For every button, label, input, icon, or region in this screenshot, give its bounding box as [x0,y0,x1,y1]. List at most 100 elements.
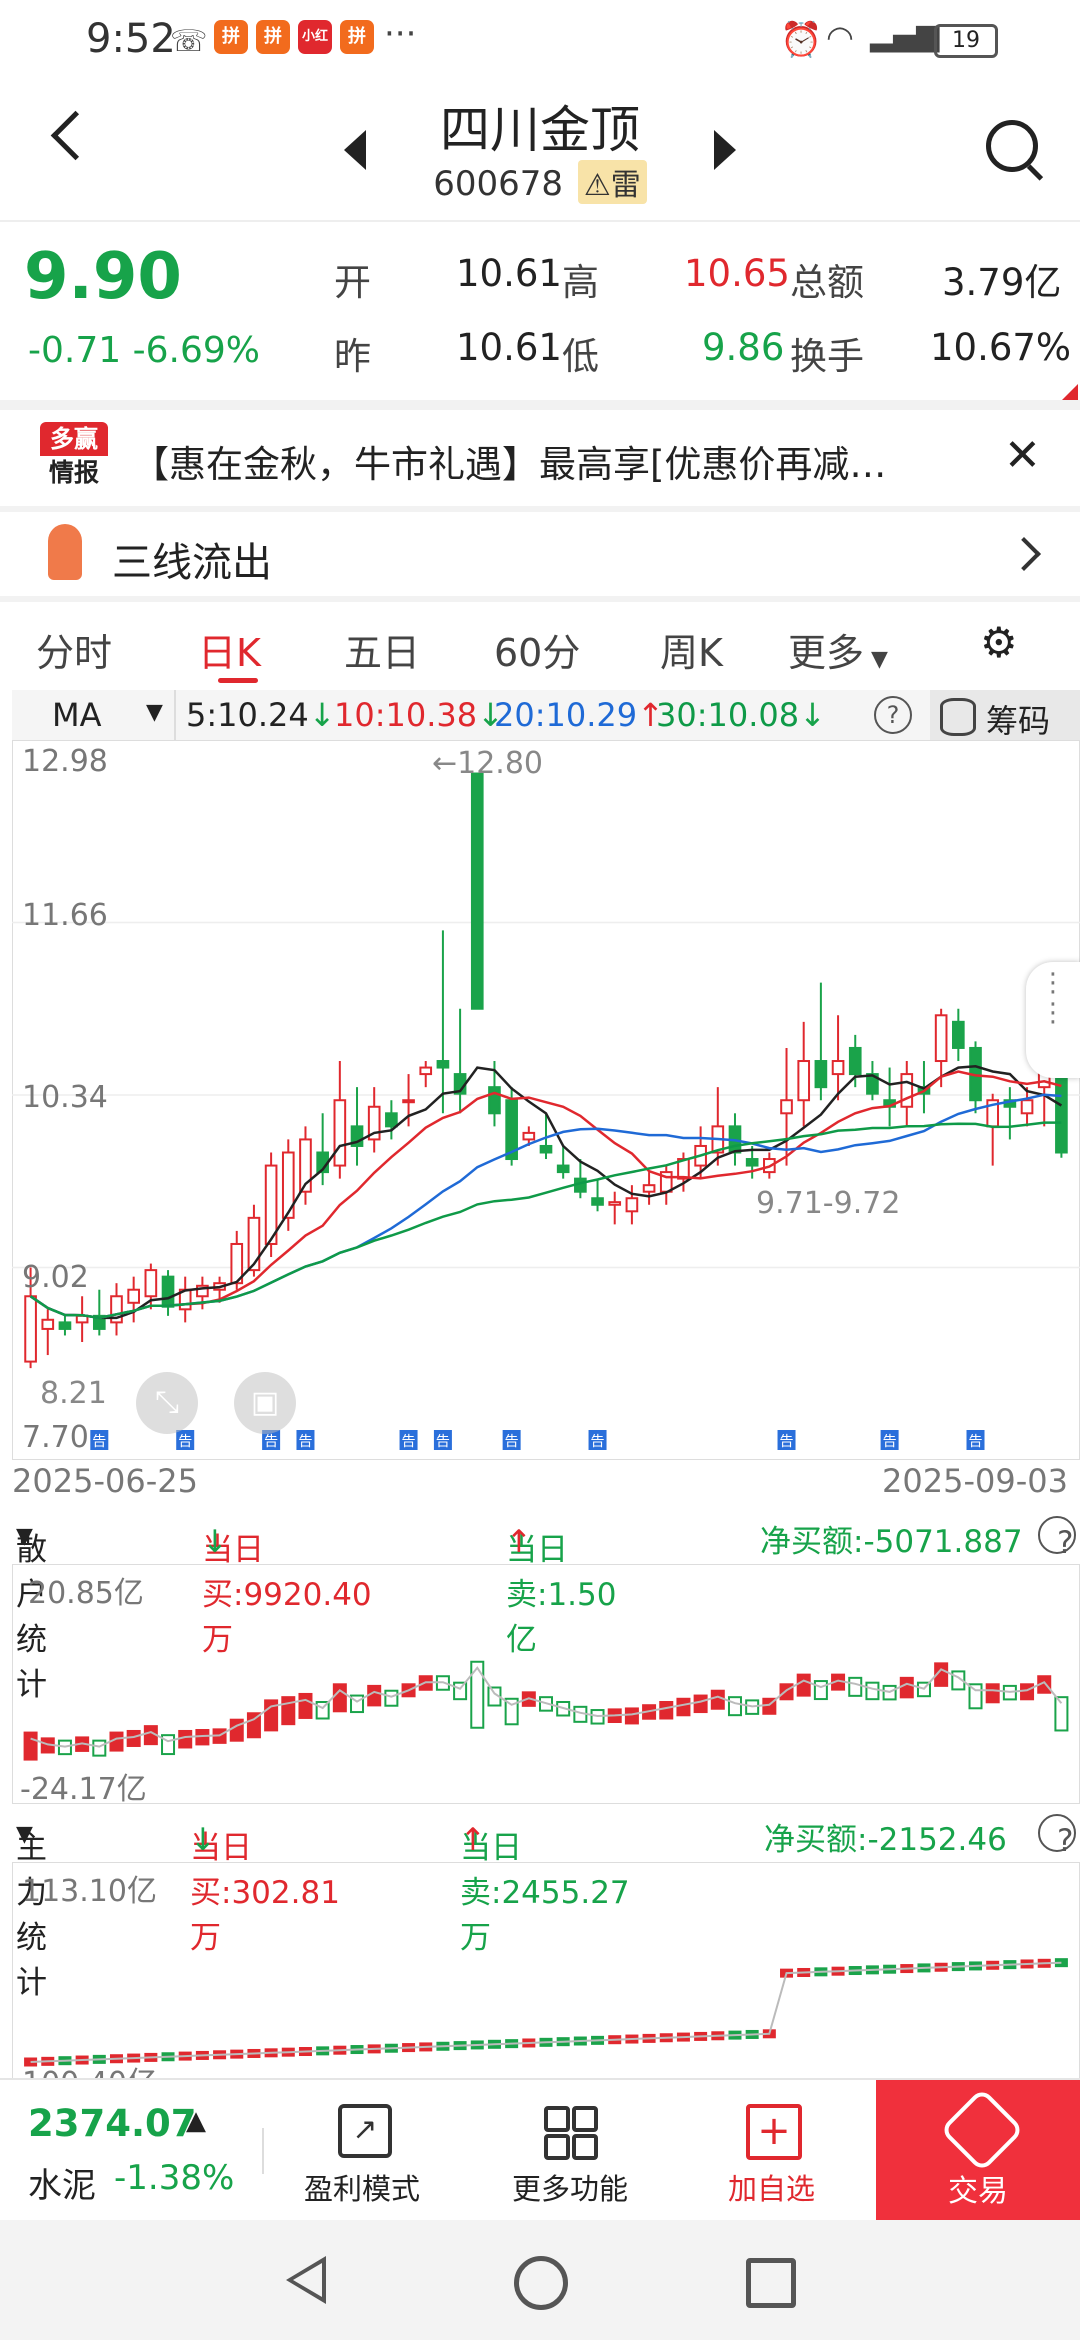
retail-svg [12,1564,1080,1804]
divider [262,2128,264,2174]
close-icon[interactable]: ✕ [1004,430,1041,481]
announcement-marker-label: 告 [178,1434,192,1450]
retail-bar-up [298,1692,313,1719]
indicator-selector[interactable]: MA ▼ [12,690,176,740]
help-icon[interactable]: ? [1038,1814,1076,1858]
add-watchlist-label: 加自选 [728,2172,816,2206]
help-icon-label: ? [1057,1823,1074,1859]
retail-bar-up [178,1729,193,1749]
tab-daily-k[interactable]: 日K [198,622,261,677]
risk-badge[interactable]: ⚠雷 [577,160,647,204]
signal-icon: ▂▄▆ [870,18,940,53]
retail-bar-up [126,1729,141,1747]
announcement-marker-label: 告 [591,1434,605,1450]
signal-row[interactable]: 三线流出 [0,512,1080,602]
change-amount: -0.71 [28,330,122,371]
retail-bar-up [985,1683,1000,1704]
candle-down [488,1086,501,1115]
index-ticker[interactable]: 2374.07 ▲ 水泥 -1.38% [0,2080,250,2222]
prev-close-label: 昨 [334,335,371,378]
expand-corner-icon[interactable] [1062,384,1078,400]
announcement-marker-label: 告 [436,1434,450,1450]
candle-down [745,1158,759,1167]
retail-bar-up [796,1673,811,1697]
logo-top: 多赢 [40,422,108,456]
nav-home-icon[interactable] [514,2256,568,2310]
more-functions-label: 更多功能 [512,2172,629,2206]
candle-up [642,1184,656,1193]
retail-bar-up [23,1731,38,1761]
missed-call-icon: ☏ [170,24,208,59]
prev-close-value: 10.61 [456,326,562,369]
chips-button[interactable]: 筹码 [930,690,1080,740]
arrow-down-icon: ↓ [799,696,826,734]
max-price-annotation: ←12.80 [432,746,544,781]
y-label: 10.34 [22,1080,108,1115]
nav-back-icon-inner [293,2263,322,2297]
help-icon[interactable]: ? [874,696,912,734]
arrow-down-icon: ↓ [308,696,336,734]
chevron-right-icon[interactable] [1007,537,1041,571]
retail-bar-up [779,1683,794,1701]
trade-button[interactable]: 交易 [876,2080,1080,2222]
screenshot-button[interactable]: ▣ [234,1372,296,1434]
kline-chart[interactable]: 告告告告告告告告告告告 12.98 11.66 10.34 9.02 7.70 … [12,740,1080,1460]
alarm-icon: ⏰ [780,20,823,60]
help-icon[interactable]: ? [1038,1516,1076,1560]
tab-weekly-k[interactable]: 周K [660,622,723,677]
help-icon-label: ? [886,701,900,729]
tab-five-day[interactable]: 五日 [344,622,420,677]
add-watchlist-button[interactable]: + 加自选 [716,2080,856,2222]
index-change: -1.38% [114,2158,235,2198]
tab-intraday[interactable]: 分时 [36,622,112,677]
y-label: 11.66 [22,898,108,933]
stock-header: 四川金顶 600678 ⚠雷 [0,80,1080,222]
ma10-text: 10:10.38 [334,696,478,734]
profit-mode-label: 盈利模式 [304,2172,421,2206]
duoying-logo: 多赢 情报 [40,422,108,492]
promo-banner[interactable]: 多赢 情报 【惠在金秋，牛市礼遇】最高享[优惠价再减… ✕ [0,408,1080,508]
side-menu-handle[interactable]: ⋮ ⋮ [1026,962,1080,1078]
y-label: 9.02 [22,1260,89,1295]
tab-60min[interactable]: 60分 [494,622,580,677]
ma30-value: 30:10.08↓ [656,696,826,734]
nav-recents-icon[interactable] [746,2258,796,2308]
tab-more[interactable]: 更多 ▼ [788,622,888,677]
open-label: 开 [334,261,371,304]
add-icon: + [746,2104,802,2160]
battery-icon: 19 [934,24,998,58]
ma5-text: 5:10.24 [186,696,309,734]
candle-up [780,1099,793,1115]
index-name: 水泥 [28,2166,96,2206]
turnover-label: 换手 [790,335,864,378]
settings-icon[interactable]: ⚙ [980,618,1018,667]
grid-icon [544,2106,598,2160]
candle-down [814,1060,828,1089]
retail-bar-down [813,1680,828,1701]
min-price-annotation: 8.21 [40,1376,107,1411]
retail-bar-up [1020,1683,1035,1701]
next-stock-icon[interactable] [714,130,736,170]
kline-svg: 告告告告告告告告告告告 [12,740,1080,1460]
announcement-marker-label: 告 [505,1434,519,1450]
logo-bottom: 情报 [48,458,99,487]
profit-mode-button[interactable]: ↗ 盈利模式 [294,2080,434,2222]
announcement-marker-label: 告 [264,1434,278,1450]
retail-bar-up [659,1700,674,1720]
candle-down [58,1321,72,1330]
candle-up [144,1269,158,1298]
y-label-top: 12.98 [22,744,108,779]
app-notification-icon: 小红书 [298,20,332,78]
candle-down [470,772,484,1010]
more-functions-button[interactable]: 更多功能 [500,2080,640,2222]
expand-chart-button[interactable]: ⤡ [136,1372,198,1434]
dropdown-icon: ▼ [16,1524,33,1549]
date-start: 2025-06-25 [12,1462,198,1500]
candle-down [539,1144,553,1154]
candle-up [625,1197,639,1213]
chips-label: 筹码 [986,702,1051,740]
retail-bar-up [710,1689,725,1710]
arrow-down-icon: ↓ [190,1822,216,1858]
arrow-down-icon: ↓ [202,1524,228,1560]
rocket-icon [48,524,82,580]
